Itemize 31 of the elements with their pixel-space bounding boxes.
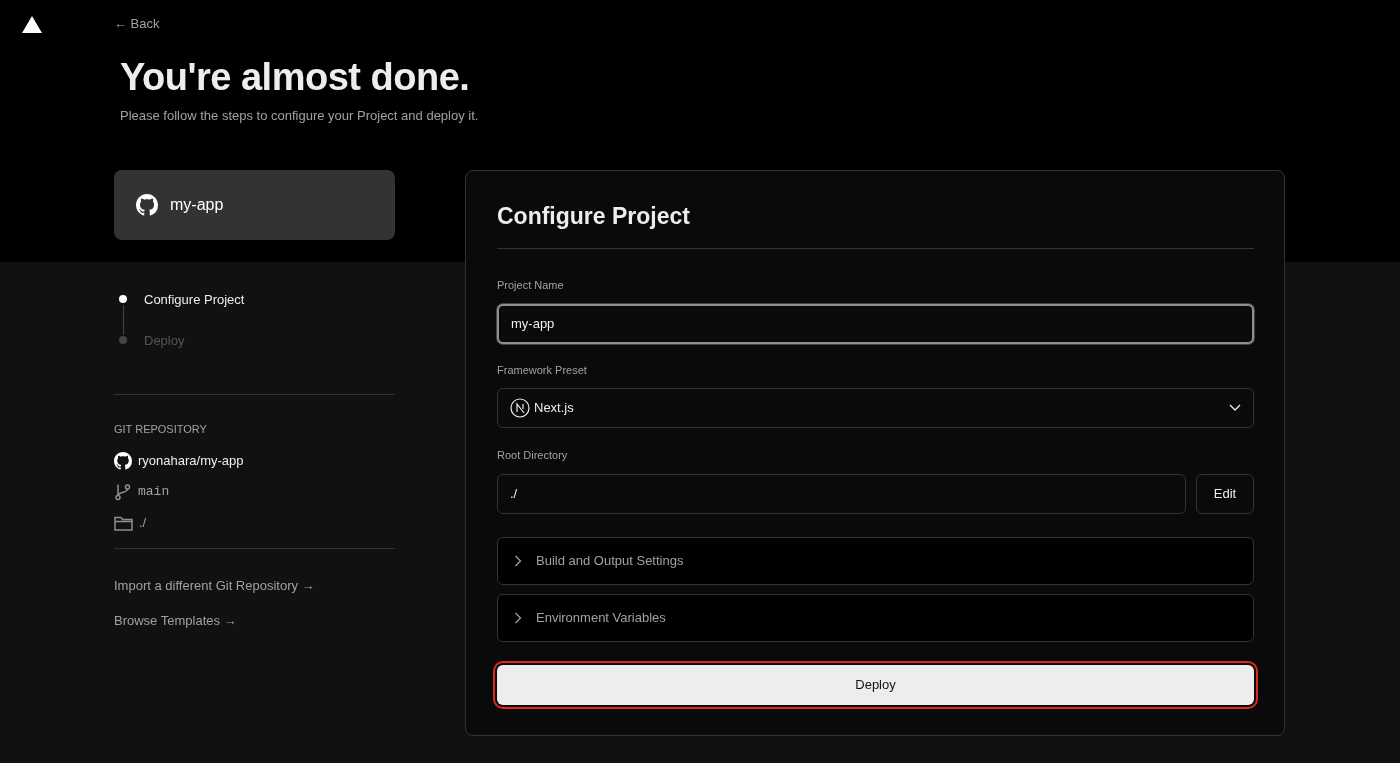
- text-link[interactable]: Import a different Git Repository →: [114, 576, 315, 596]
- edit-button[interactable]: Edit: [1196, 473, 1254, 514]
- nextjs-logo-icon: [510, 398, 530, 419]
- triangle-logo-icon: [22, 15, 42, 33]
- root-directory-field[interactable]: ./: [497, 473, 1186, 514]
- section-heading: GIT REPOSITORY: [114, 421, 208, 437]
- repository-name: my-app: [170, 194, 224, 215]
- chevron-icon: [514, 611, 522, 624]
- github-icon: [136, 193, 158, 216]
- chevron-icon: [514, 554, 522, 567]
- field-label: Framework Preset: [497, 362, 588, 378]
- page-subtitle: Please follow the steps to configure your Project and deploy it.: [120, 107, 480, 125]
- step-label: Deploy: [144, 331, 185, 350]
- field-label: Project Name: [497, 278, 565, 294]
- github-icon: [114, 451, 132, 470]
- step-label: Configure Project: [144, 290, 245, 309]
- directory-path: ./: [139, 513, 147, 532]
- project-name-field[interactable]: my-app: [497, 303, 1254, 344]
- chevron-down-icon: [1229, 404, 1241, 413]
- framework-select[interactable]: Next.js: [497, 388, 1254, 429]
- folder-icon: [114, 514, 133, 531]
- collapsible-section[interactable]: Build and Output Settings: [497, 536, 1254, 585]
- branch-name: main: [138, 482, 170, 501]
- collapsible-section[interactable]: Environment Variables: [497, 593, 1254, 642]
- repository-link[interactable]: ryonahara/my-app: [138, 450, 244, 471]
- branch-icon: [114, 482, 132, 501]
- page-title: You're almost done.: [120, 55, 471, 100]
- field-label: Root Directory: [497, 448, 569, 464]
- panel-title: Configure Project: [497, 202, 1254, 250]
- text-link[interactable]: Browse Templates →: [114, 611, 237, 631]
- back-link[interactable]: ← Back: [114, 14, 160, 34]
